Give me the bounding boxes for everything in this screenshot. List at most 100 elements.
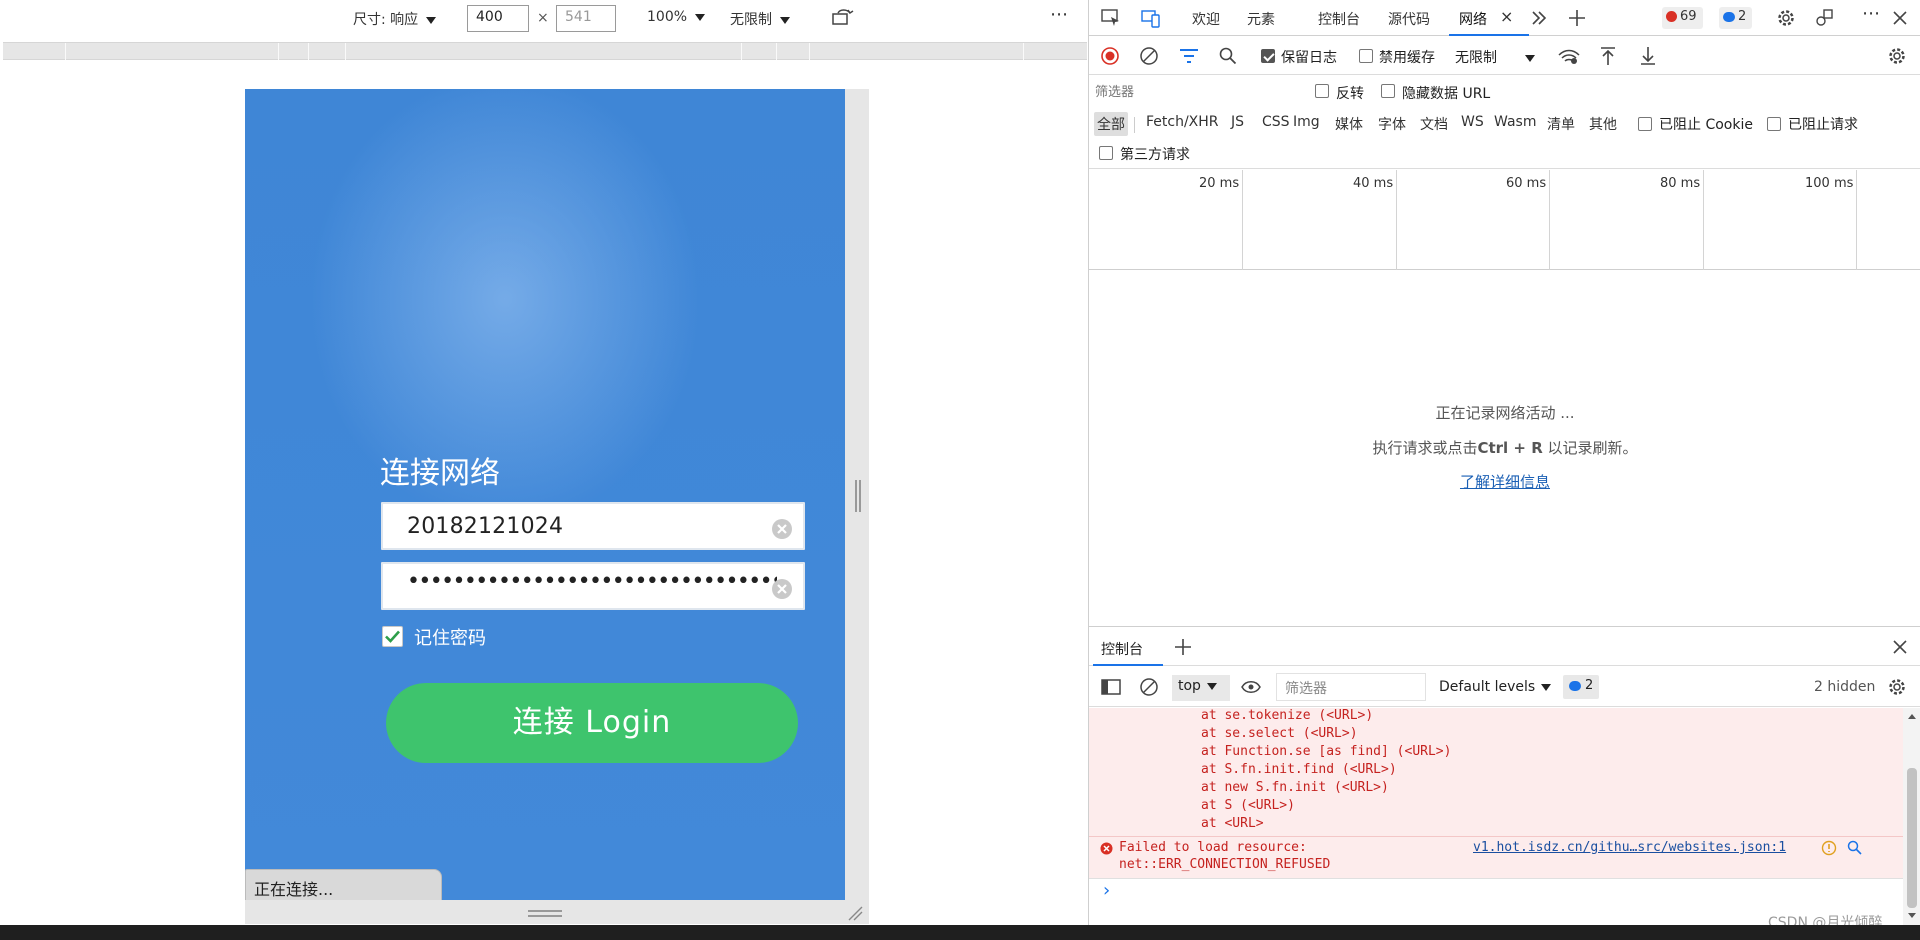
gear-icon[interactable] <box>1776 8 1796 28</box>
tab-network[interactable]: 网络 <box>1459 9 1487 29</box>
height-input[interactable]: 541 <box>556 5 616 32</box>
context-value: top <box>1178 678 1201 694</box>
console-filter-input[interactable]: 筛选器 <box>1276 673 1426 701</box>
type-filter-other[interactable]: 其他 <box>1586 112 1620 136</box>
more-options-icon[interactable]: ⋯ <box>1050 4 1068 25</box>
more-tabs-icon[interactable] <box>1531 10 1547 26</box>
times-sign: × <box>537 10 549 26</box>
add-tab-icon[interactable] <box>1174 638 1192 656</box>
type-filter-ws[interactable]: WS <box>1458 112 1487 132</box>
chevron-down-icon <box>426 16 437 24</box>
learn-more-link[interactable]: 了解详细信息 <box>1460 473 1550 491</box>
type-filter-js[interactable]: JS <box>1228 112 1247 132</box>
type-filter-font[interactable]: 字体 <box>1375 112 1409 136</box>
customize-icon[interactable] <box>1814 8 1834 28</box>
media-query-ruler <box>3 42 1087 60</box>
insights-icon[interactable] <box>1821 840 1837 856</box>
timeline-label: 40 ms <box>1353 176 1394 191</box>
type-filter-media[interactable]: 媒体 <box>1332 112 1366 136</box>
remember-password-checkbox[interactable] <box>382 626 403 647</box>
message-count-badge[interactable]: 2 <box>1719 7 1753 29</box>
drawer-tab-bar: 控制台 <box>1089 626 1920 666</box>
blocked-requests-checkbox[interactable] <box>1767 117 1781 131</box>
more-options-icon[interactable]: ⋯ <box>1862 3 1880 24</box>
scroll-up-icon[interactable] <box>1907 712 1917 720</box>
scroll-down-icon[interactable] <box>1907 912 1917 920</box>
network-filter-input[interactable] <box>1093 80 1293 102</box>
context-select[interactable]: top <box>1172 675 1230 701</box>
type-filter-css[interactable]: CSS <box>1259 112 1293 132</box>
eye-icon[interactable] <box>1241 680 1261 694</box>
username-field[interactable]: 20182121024 <box>381 502 805 550</box>
disable-cache-checkbox[interactable] <box>1359 49 1373 63</box>
console-message-badge[interactable]: 2 <box>1563 675 1600 699</box>
clear-icon[interactable] <box>1140 47 1158 65</box>
type-filter-img[interactable]: Img <box>1290 112 1323 132</box>
timeline-label: 20 ms <box>1199 176 1240 191</box>
close-devtools-icon[interactable] <box>1891 9 1909 27</box>
throttle-dropdown[interactable]: 无限制 <box>730 9 790 29</box>
throttling-value: 无限制 <box>1455 50 1497 66</box>
blocked-cookies-label: 已阻止 Cookie <box>1659 117 1753 133</box>
connect-login-button[interactable]: 连接 Login <box>386 683 798 763</box>
dimensions-dropdown[interactable]: 尺寸: 响应 <box>353 9 437 29</box>
ruler-tick <box>345 43 346 60</box>
rotate-icon[interactable] <box>830 8 854 28</box>
add-tab-icon[interactable] <box>1567 8 1587 28</box>
tab-sources[interactable]: 源代码 <box>1388 9 1430 29</box>
ruler-tick <box>308 43 309 60</box>
clear-console-icon[interactable] <box>1140 678 1158 696</box>
inspect-element-icon[interactable] <box>1101 9 1121 27</box>
type-filter-fetch-xhr[interactable]: Fetch/XHR <box>1143 112 1222 132</box>
network-conditions-icon[interactable] <box>1558 49 1580 65</box>
width-input[interactable]: 400 <box>467 5 529 32</box>
throttling-dropdown[interactable]: 无限制 <box>1455 47 1535 67</box>
tab-elements[interactable]: 元素 <box>1247 9 1275 29</box>
record-icon[interactable] <box>1101 47 1119 65</box>
blocked-cookies-checkbox[interactable] <box>1638 117 1652 131</box>
hide-data-urls-label: 隐藏数据 URL <box>1402 86 1491 102</box>
scrollbar-thumb[interactable] <box>1907 768 1917 908</box>
third-party-checkbox[interactable] <box>1099 146 1113 160</box>
tab-welcome[interactable]: 欢迎 <box>1192 9 1220 29</box>
clear-icon[interactable] <box>771 578 793 600</box>
search-icon[interactable] <box>1847 840 1862 855</box>
device-emulation-pane: 尺寸: 响应 400 × 541 100% 无限制 ⋯ 连接网络 2018212… <box>0 0 1088 925</box>
type-filter-manifest[interactable]: 清单 <box>1544 112 1578 136</box>
remember-password-label: 记住密码 <box>414 628 486 649</box>
export-har-icon[interactable] <box>1640 46 1656 66</box>
console-prompt[interactable]: › <box>1089 878 1903 904</box>
search-icon[interactable] <box>1219 47 1237 65</box>
console-scrollbar[interactable] <box>1903 708 1920 925</box>
horizontal-resize-handle[interactable] <box>528 910 562 917</box>
filter-icon[interactable] <box>1179 48 1199 64</box>
log-levels-dropdown[interactable]: Default levels <box>1439 679 1552 695</box>
timeline-label: 100 ms <box>1805 176 1854 191</box>
close-drawer-icon[interactable] <box>1891 638 1909 656</box>
sidebar-toggle-icon[interactable] <box>1101 679 1121 695</box>
zoom-label: 100% <box>647 9 688 25</box>
type-filter-doc[interactable]: 文档 <box>1417 112 1451 136</box>
close-tab-icon[interactable]: × <box>1500 7 1513 26</box>
error-count-badge[interactable]: 69 <box>1662 7 1703 29</box>
preserve-log-checkbox[interactable] <box>1261 49 1275 63</box>
network-settings-icon[interactable] <box>1887 46 1907 66</box>
corner-resize-icon[interactable] <box>847 905 863 921</box>
third-party-filter-row: 第三方请求 <box>1089 139 1920 169</box>
hide-data-urls-checkbox[interactable] <box>1381 84 1395 98</box>
invert-checkbox[interactable] <box>1315 84 1329 98</box>
console-settings-icon[interactable] <box>1887 677 1907 697</box>
zoom-dropdown[interactable]: 100% <box>647 9 706 25</box>
vertical-resize-handle[interactable] <box>855 480 861 512</box>
tab-console[interactable]: 控制台 <box>1318 9 1360 29</box>
password-value: ••••••••••••••••••••••••••••••••••••••••… <box>407 569 777 594</box>
password-field[interactable]: ••••••••••••••••••••••••••••••••••••••••… <box>381 562 805 610</box>
clear-icon[interactable] <box>771 518 793 540</box>
error-source-link[interactable]: v1.hot.isdz.cn/githu…src/websites.json:1 <box>1473 840 1786 855</box>
type-filter-all[interactable]: 全部 <box>1094 112 1128 136</box>
import-har-icon[interactable] <box>1600 46 1616 66</box>
type-filter-wasm[interactable]: Wasm <box>1491 112 1539 132</box>
login-title: 连接网络 <box>380 456 500 491</box>
drawer-tab-console[interactable]: 控制台 <box>1101 639 1143 659</box>
device-toolbar-icon[interactable] <box>1141 8 1161 28</box>
